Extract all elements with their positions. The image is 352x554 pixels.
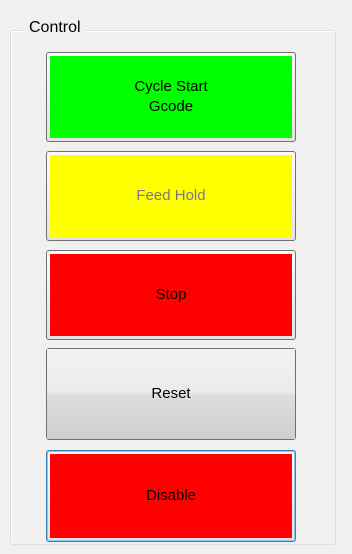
- control-group-title: Control: [25, 18, 85, 38]
- disable-label: Disable: [50, 454, 292, 538]
- disable-button[interactable]: Disable: [46, 450, 296, 542]
- feed-hold-label: Feed Hold: [50, 155, 292, 237]
- feed-hold-button[interactable]: Feed Hold: [46, 151, 296, 241]
- stop-label: Stop: [50, 254, 292, 336]
- control-panel: Control Cycle Start Gcode Feed Hold Stop…: [0, 0, 352, 554]
- reset-button[interactable]: Reset: [46, 348, 296, 440]
- reset-label: Reset: [47, 349, 295, 439]
- cycle-start-gcode-button[interactable]: Cycle Start Gcode: [46, 52, 296, 142]
- cycle-start-gcode-label: Cycle Start Gcode: [50, 56, 292, 138]
- stop-button[interactable]: Stop: [46, 250, 296, 340]
